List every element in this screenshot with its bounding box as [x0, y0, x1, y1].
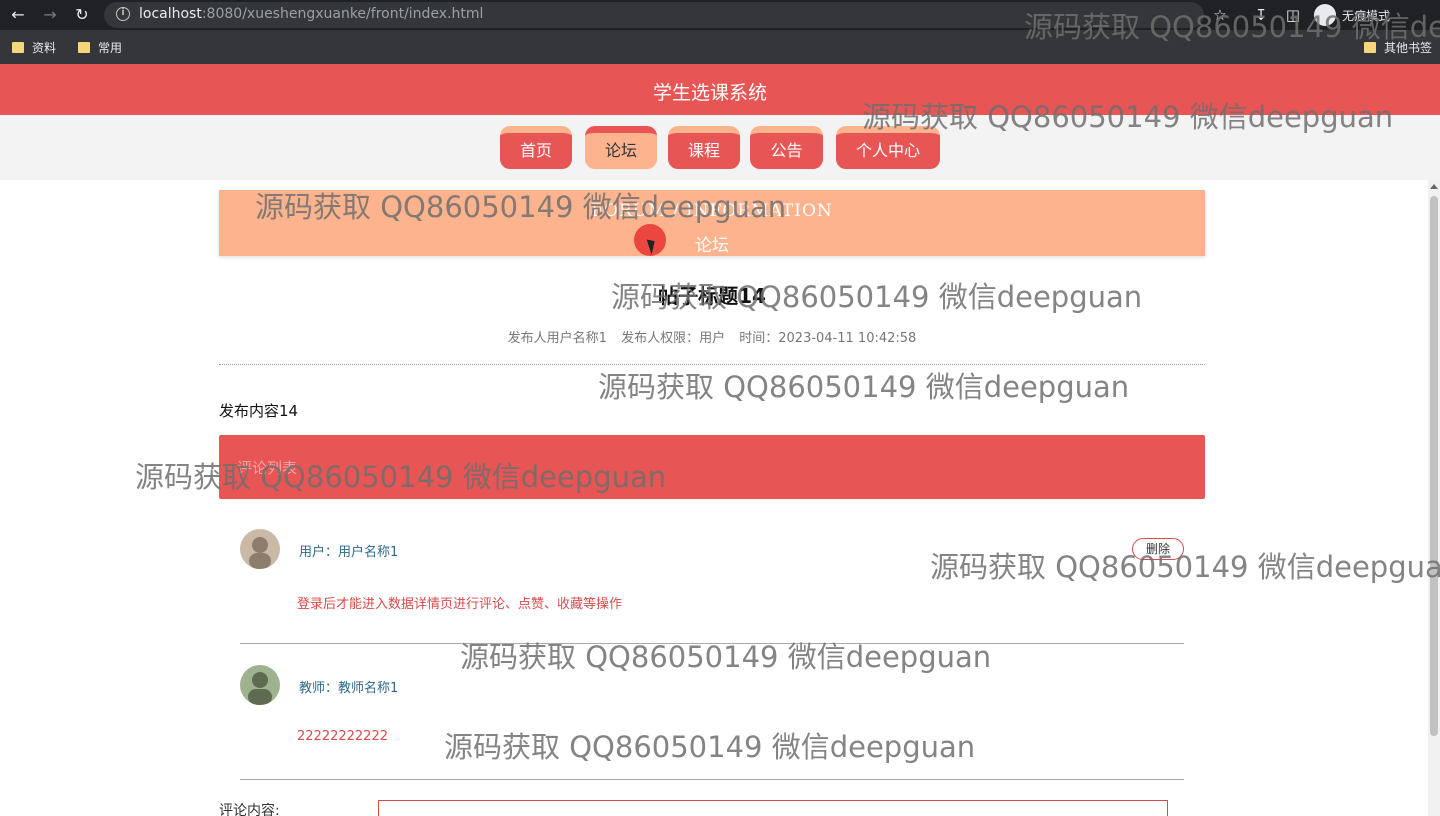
- page-content: FORUM / INFORMATION 论坛 帖子标题14 发布人用户名称1 发…: [0, 180, 1428, 816]
- avatar: [240, 529, 280, 569]
- banner-chinese-title: 论坛: [695, 236, 729, 256]
- post-author: 发布人用户名称1: [507, 331, 607, 346]
- bookmark-label: 常用: [98, 41, 123, 55]
- incognito-icon: [1314, 4, 1336, 26]
- comment-user: 用户：用户名称1: [299, 545, 399, 560]
- back-icon[interactable]: ←: [7, 5, 29, 25]
- forward-icon[interactable]: →: [39, 5, 61, 25]
- folder-icon: [12, 42, 24, 53]
- bookmark-folder-ziliao[interactable]: 资料: [12, 39, 56, 56]
- comment-list-header: 评论列表: [219, 435, 1205, 499]
- site-info-icon[interactable]: i: [116, 7, 130, 21]
- comment-text: 登录后才能进入数据详情页进行评论、点赞、收藏等操作: [297, 597, 623, 612]
- comment-list-label: 评论列表: [237, 459, 298, 477]
- post-time: 时间：2023-04-11 10:42:58: [739, 331, 917, 346]
- site-header: 学生选课系统: [0, 64, 1440, 115]
- site-title: 学生选课系统: [652, 82, 767, 104]
- bookmark-folder-other[interactable]: 其他书签: [1364, 39, 1432, 56]
- comment-input[interactable]: [378, 800, 1168, 816]
- nav-tab-home[interactable]: 首页: [500, 126, 572, 169]
- bookmark-folder-changyong[interactable]: 常用: [78, 39, 122, 56]
- bookmark-label: 其他书签: [1384, 41, 1433, 55]
- incognito-label: 无痕模式: [1342, 8, 1391, 23]
- main-nav: 首页 论坛 课程 公告 个人中心: [0, 115, 1440, 180]
- comment-divider: [240, 779, 1184, 780]
- divider: [219, 364, 1205, 365]
- post-meta: 发布人用户名称1 发布人权限：用户 时间：2023-04-11 10:42:58: [219, 327, 1205, 346]
- bookmarks-bar: 资料 常用 其他书签: [0, 30, 1440, 64]
- scroll-thumb[interactable]: [1430, 196, 1438, 736]
- post-permission: 发布人权限：用户: [621, 331, 726, 346]
- comment-form-label: 评论内容:: [219, 803, 280, 816]
- scroll-up-icon[interactable]: [1430, 184, 1438, 189]
- nav-tab-profile[interactable]: 个人中心: [836, 126, 940, 169]
- folder-icon: [1364, 42, 1376, 53]
- nav-tab-courses[interactable]: 课程: [668, 126, 740, 169]
- delete-button[interactable]: 删除: [1132, 538, 1184, 560]
- nav-tab-notices[interactable]: 公告: [750, 126, 823, 169]
- bookmark-label: 资料: [32, 41, 57, 55]
- section-banner: FORUM / INFORMATION 论坛: [219, 190, 1205, 256]
- address-bar[interactable]: i localhost:8080/xueshengxuanke/front/in…: [104, 2, 1204, 28]
- comment-item: 用户：用户名称1 删除 登录后才能进入数据详情页进行评论、点赞、收藏等操作: [240, 529, 1184, 665]
- scrollbar[interactable]: [1428, 180, 1440, 816]
- comment-item: 教师：教师名称1 22222222222: [240, 665, 1184, 801]
- comment-user: 教师：教师名称1: [299, 681, 399, 696]
- avatar: [240, 665, 280, 705]
- browser-toolbar: ← → ↻ i localhost:8080/xueshengxuanke/fr…: [0, 0, 1440, 30]
- reload-icon[interactable]: ↻: [71, 5, 93, 25]
- banner-english-title: FORUM / INFORMATION: [591, 201, 833, 221]
- url-text[interactable]: localhost:8080/xueshengxuanke/front/inde…: [139, 6, 483, 22]
- incognito-indicator[interactable]: 无痕模式: [1314, 3, 1390, 27]
- comment-text: 22222222222: [297, 729, 388, 744]
- nav-tab-forum[interactable]: 论坛: [585, 126, 657, 169]
- post-body: 发布内容14: [219, 402, 299, 420]
- sidebar-icon[interactable]: ◫: [1283, 5, 1303, 25]
- star-icon[interactable]: ☆: [1210, 5, 1230, 25]
- post-title: 帖子标题14: [658, 284, 766, 308]
- comment-divider: [240, 643, 1184, 644]
- folder-icon: [78, 42, 90, 53]
- download-icon[interactable]: ↧: [1251, 5, 1271, 25]
